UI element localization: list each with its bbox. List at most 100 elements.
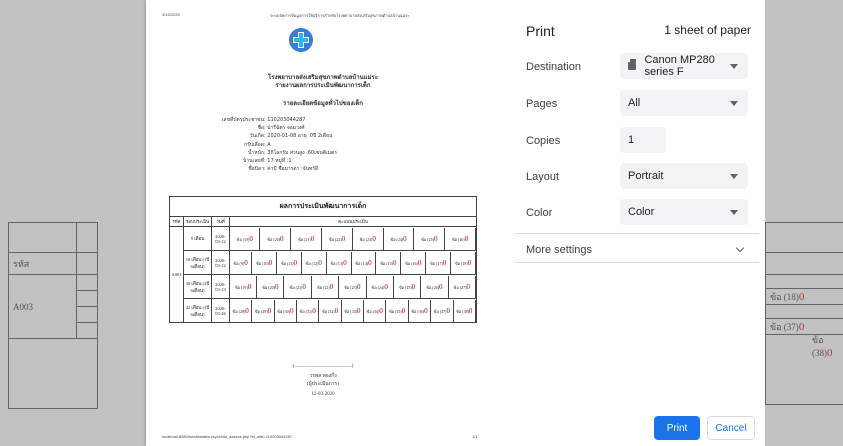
score-item-label: ข้อ (24) — [371, 284, 385, 290]
score-item-label: ข้อ (31) — [299, 308, 313, 314]
score-mark: 0 — [357, 306, 361, 315]
score-mark: 0 — [318, 258, 322, 267]
score-mark: 0 — [393, 258, 397, 267]
score-mark: 0 — [372, 234, 376, 243]
signer-name: วรพล ทองกึ่ง — [309, 374, 337, 379]
score-item: ข้อ (18)0 — [450, 251, 476, 274]
score-item: ข้อ (25)0 — [413, 227, 446, 250]
score-item-label: ข้อ (13) — [330, 260, 344, 266]
row-date: 2020-03-12 — [211, 250, 230, 275]
score-mark: 0 — [464, 234, 469, 243]
score-item-label: ข้อ (36) — [411, 308, 425, 314]
score-mark: 0 — [424, 306, 428, 315]
score-mark: 0 — [403, 234, 407, 243]
print-preview[interactable]: 3/13/2020 ระบบจัดการข้อมูลการให้บริการสำ… — [146, 0, 500, 446]
score-mark: 0 — [310, 234, 315, 243]
score-item: ข้อ (34)0 — [363, 299, 387, 322]
child-info-value: : 2020-01-08 อายุ :0ปี 2เดือน — [264, 133, 333, 140]
child-info-key: ชื่อ — [257, 125, 264, 132]
assessment-table-title: ผลการประเมินพัฒนาการเด็ก — [169, 196, 477, 217]
score-item: ข้อ (15)0 — [375, 251, 402, 274]
col-header-code: รหัส — [169, 216, 184, 227]
score-mark: 0 — [247, 282, 252, 291]
score-item-label: ข้อ (20) — [267, 236, 281, 242]
score-item-label: ข้อ (35) — [388, 308, 402, 314]
score-mark: 0 — [274, 282, 279, 291]
preview-footer-url: localhost:8080/healthstation/syschild_as… — [162, 434, 293, 439]
score-item: ข้อ (10)0 — [251, 251, 278, 274]
sheet-count: 1 sheet of paper — [664, 23, 751, 37]
layout-value: Portrait — [628, 170, 664, 182]
row-scores: ข้อ (9)0 ข้อ (10)0 ข้อ (11)0 ข้อ (12)0 ข้อ (… — [229, 250, 477, 275]
child-info-value: : 110203044287 — [264, 117, 306, 123]
score-item: ข้อ (14)0 — [351, 251, 377, 274]
score-item: ข้อ (23)0 — [352, 227, 384, 250]
signature-line: (.......................................… — [292, 364, 354, 369]
cancel-button[interactable]: Cancel — [707, 416, 755, 440]
sign-date: 12-03-2020 — [311, 392, 335, 397]
col-header-date: วันที่ — [211, 216, 230, 227]
report-name: รายงานผลการประเมินพัฒนาการเด็ก — [275, 82, 371, 89]
score-item-label: ข้อ (22) — [316, 284, 330, 290]
child-info-key: น้ำหนัก — [248, 149, 264, 156]
score-item: ข้อ (23)0 — [338, 275, 367, 298]
score-mark: 0 — [417, 258, 422, 267]
score-item: ข้อ (21)0 — [283, 275, 312, 298]
score-item: ข้อ (30)0 — [274, 299, 298, 322]
row-scores: ข้อ (19)0 ข้อ (20)0 ข้อ (21)0 ข้อ (22)0 ข้อ … — [229, 226, 477, 251]
more-settings-toggle[interactable]: More settings — [526, 244, 592, 256]
destination-select[interactable]: Canon MP280 series F — [620, 53, 748, 79]
score-item: ข้อ (26)0 — [420, 275, 449, 298]
score-mark: 0 — [411, 282, 416, 291]
score-mark: 0 — [384, 282, 388, 291]
score-item: ข้อ (16)0 — [400, 251, 427, 274]
score-item: ข้อ (21)0 — [290, 227, 323, 250]
hospital-logo-icon — [289, 28, 313, 52]
layout-label: Layout — [526, 171, 560, 183]
preview-header-title: ระบบจัดการข้อมูลการให้บริการสำหรับโรงพยา… — [270, 13, 410, 18]
score-item-label: ข้อ (23) — [344, 284, 357, 290]
score-item: ข้อ (12)0 — [301, 251, 327, 274]
color-label: Color — [526, 207, 553, 219]
score-item: ข้อ (32)0 — [318, 299, 342, 322]
score-mark: 0 — [244, 258, 248, 267]
score-item-label: ข้อ (32) — [321, 308, 335, 314]
layout-select[interactable]: Portrait — [620, 163, 748, 189]
child-info-row: กรุ๊ปเลือด: A — [146, 141, 500, 149]
score-mark: 0 — [401, 306, 406, 315]
score-item-label: ข้อ (19) — [236, 236, 250, 242]
color-select[interactable]: Color — [620, 199, 748, 225]
child-info-value: : ค่าบี ชื่อมารดา :จันทร์ดี — [264, 166, 319, 173]
copies-input[interactable]: 1 — [620, 127, 666, 153]
score-item: ข้อ (29)0 — [251, 299, 275, 322]
score-item-label: ข้อ (17) — [429, 260, 443, 266]
child-info-row: เลขที่บัตรประชาชน: 110203044287 — [146, 116, 500, 124]
score-mark: 0 — [343, 258, 347, 267]
child-info-row: ชื่อบิดา: ค่าบี ชื่อมารดา :จันทร์ดี — [146, 165, 500, 173]
chevron-down-icon[interactable] — [735, 243, 745, 253]
score-item-label: ข้อ (33) — [344, 308, 358, 314]
score-item: ข้อ (35)0 — [385, 299, 409, 322]
pages-select[interactable]: All — [620, 90, 748, 116]
score-item: ข้อ (33)0 — [341, 299, 365, 322]
score-item-label: ข้อ (28) — [232, 308, 246, 314]
score-item-label: ข้อ (38) — [456, 308, 469, 314]
destination-value: Canon MP280 series F — [644, 54, 715, 78]
section-title: รายละเอียดข้อมูลทั่วไปของเด็ก — [283, 100, 363, 107]
score-item: ข้อ (24)0 — [383, 227, 415, 250]
preview-header-date: 3/13/2020 — [162, 12, 180, 17]
score-item-label: ข้อ (22) — [328, 236, 342, 242]
divider — [514, 262, 759, 263]
score-item-label: ข้อ (27) — [453, 284, 467, 290]
chevron-down-icon — [730, 174, 738, 179]
row-date: 2020-03-26 — [211, 298, 230, 323]
score-item: ข้อ (22)0 — [311, 275, 340, 298]
score-mark: 0 — [446, 306, 450, 315]
score-item: ข้อ (19)0 — [230, 275, 258, 298]
score-item-label: ข้อ (25) — [398, 284, 412, 290]
child-info-value: : 17 หมู่ที่ :1 — [264, 158, 292, 164]
print-button[interactable]: Print — [654, 416, 700, 440]
table-row: 30 เดือน (2ปี 6เดือน) 2020-03-13 ข้อ (19)0… — [170, 274, 477, 299]
score-mark: 0 — [368, 258, 372, 267]
score-mark: 0 — [357, 282, 361, 291]
